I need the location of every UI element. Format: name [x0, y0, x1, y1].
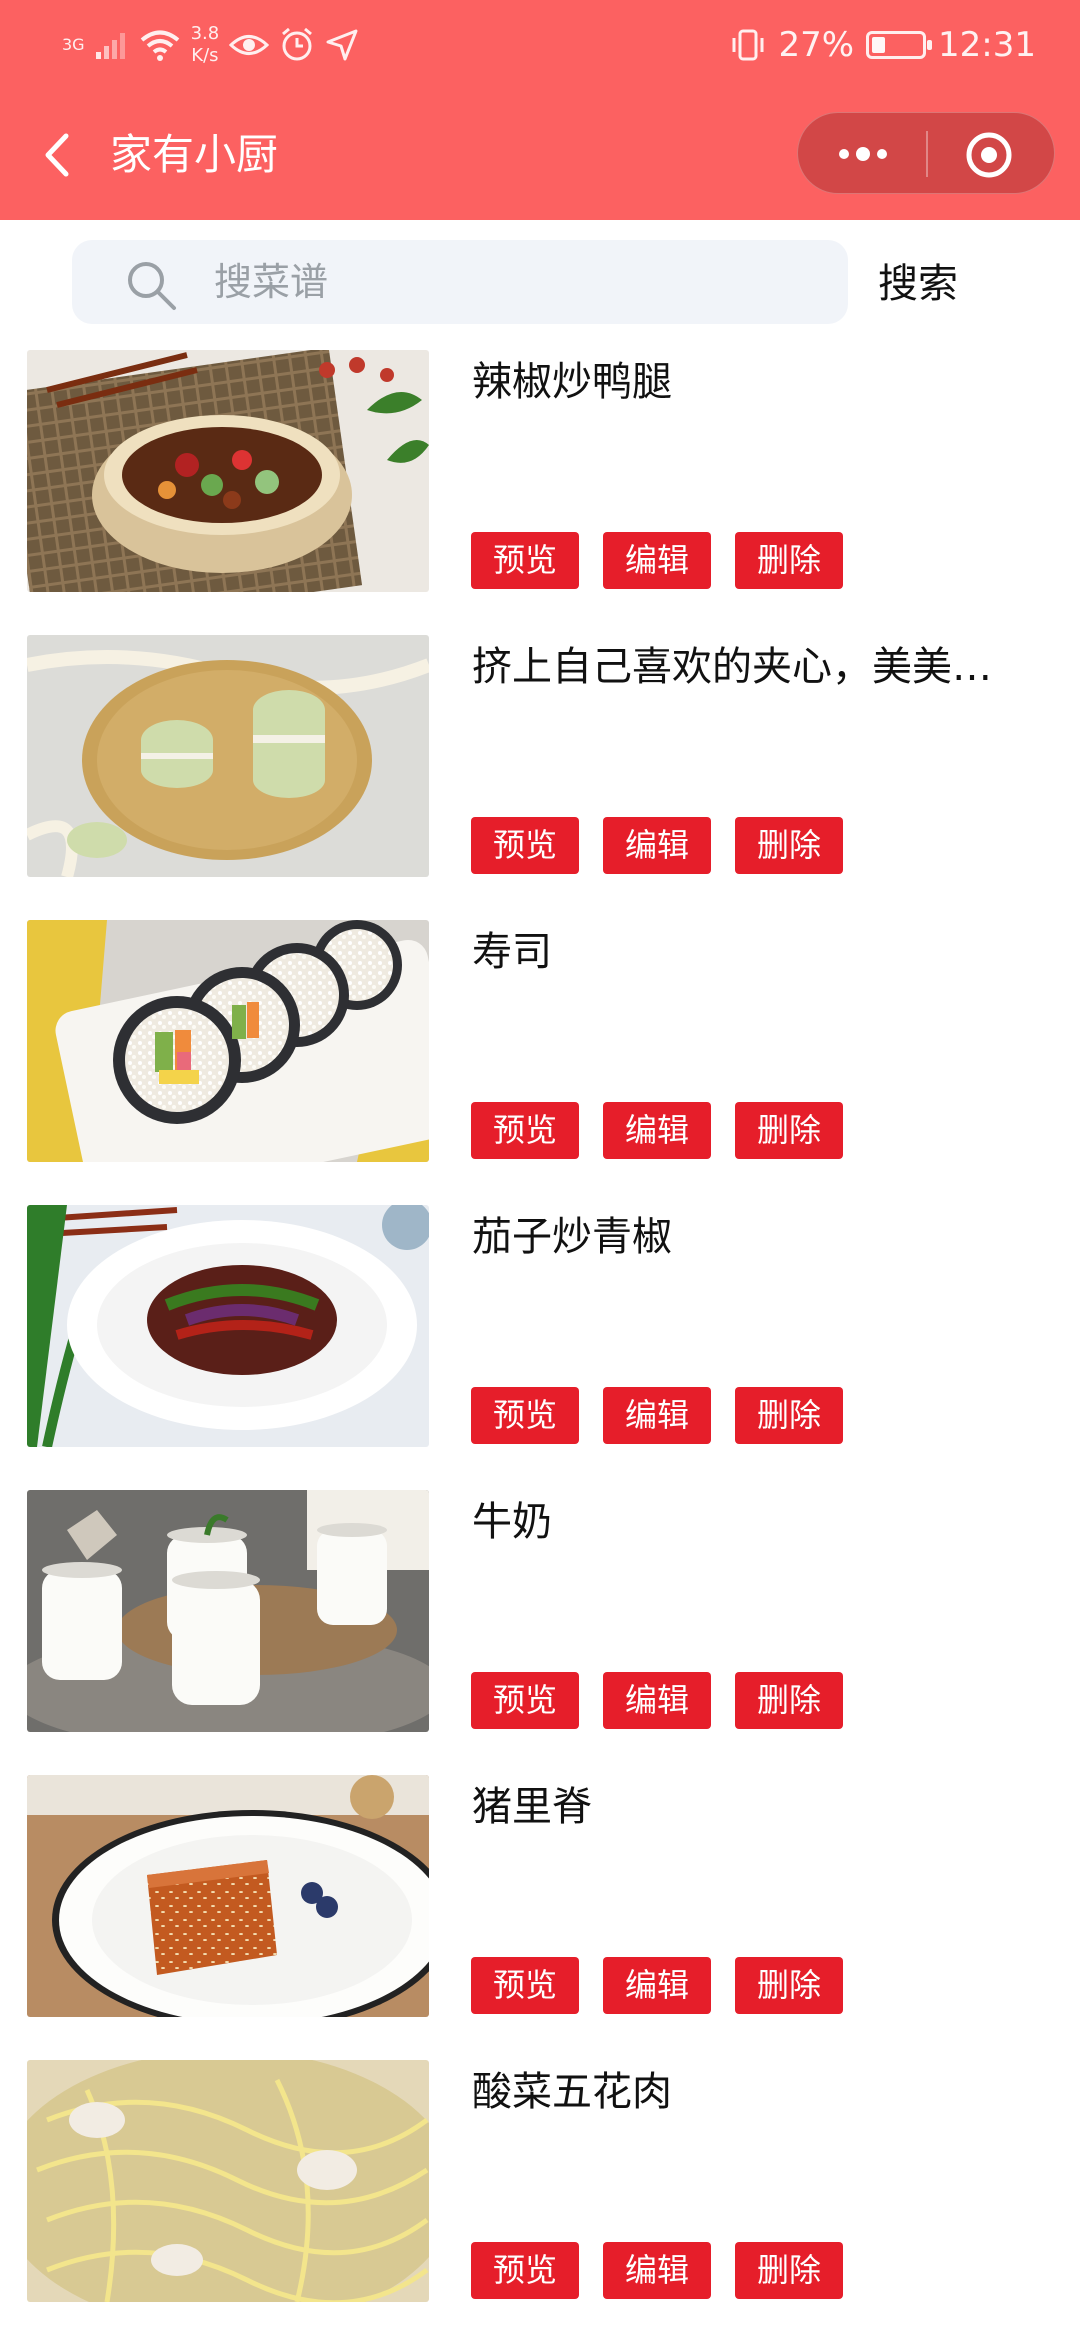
vibrate-icon — [732, 29, 764, 61]
battery-level — [872, 37, 886, 53]
capsule-divider — [926, 131, 928, 177]
delete-button[interactable]: 删除 — [735, 1102, 843, 1159]
recipe-photo — [27, 1490, 429, 1732]
page-title: 家有小厨 — [110, 130, 279, 179]
recipe-actions: 预览 编辑 删除 — [471, 1672, 843, 1729]
recipe-item: 挤上自己喜欢的夹心，美美… 预览 编辑 删除 — [0, 635, 1080, 920]
search-button[interactable]: 搜索 — [878, 254, 958, 314]
delete-button[interactable]: 删除 — [735, 1387, 843, 1444]
capsule-menu — [797, 112, 1055, 194]
recipe-item: 辣椒炒鸭腿 预览 编辑 删除 — [0, 350, 1080, 635]
status-left: 3G 3.8 K/s — [62, 20, 359, 70]
delete-button[interactable]: 删除 — [735, 1957, 843, 2014]
search-bar: 搜索 — [0, 220, 1080, 340]
recipe-actions: 预览 编辑 删除 — [471, 817, 843, 874]
recipe-thumbnail[interactable] — [27, 1490, 429, 1732]
recipe-actions: 预览 编辑 删除 — [471, 1102, 843, 1159]
clock: 12:31 — [938, 25, 1036, 65]
recipe-actions: 预览 编辑 删除 — [471, 1957, 843, 2014]
recipe-item: 牛奶 预览 编辑 删除 — [0, 1490, 1080, 1775]
recipe-thumbnail[interactable] — [27, 635, 429, 877]
recipe-thumbnail[interactable] — [27, 920, 429, 1162]
recipe-title: 挤上自己喜欢的夹心，美美… — [472, 644, 992, 690]
recipe-list: 辣椒炒鸭腿 预览 编辑 删除 挤上自己喜欢的夹心，美美… 预览 编辑 删除 寿司… — [0, 350, 1080, 2345]
preview-button[interactable]: 预览 — [471, 817, 579, 874]
recipe-item: 猪里脊 预览 编辑 删除 — [0, 1775, 1080, 2060]
recipe-photo — [27, 2060, 429, 2302]
speed-unit: K/s — [191, 45, 219, 66]
edit-button[interactable]: 编辑 — [603, 1387, 711, 1444]
recipe-item: 寿司 预览 编辑 删除 — [0, 920, 1080, 1205]
recipe-photo — [27, 350, 429, 592]
recipe-actions: 预览 编辑 删除 — [471, 2242, 843, 2299]
recipe-title: 牛奶 — [472, 1499, 552, 1545]
battery-icon — [866, 31, 933, 59]
preview-button[interactable]: 预览 — [471, 532, 579, 589]
recipe-thumbnail[interactable] — [27, 350, 429, 592]
chevron-left-icon — [45, 133, 69, 177]
edit-button[interactable]: 编辑 — [603, 1672, 711, 1729]
header: 3G 3.8 K/s 27% 12:31 家有小厨 — [0, 0, 1080, 220]
edit-button[interactable]: 编辑 — [603, 532, 711, 589]
recipe-item: 酸菜五花肉 预览 编辑 删除 — [0, 2060, 1080, 2345]
edit-button[interactable]: 编辑 — [603, 2242, 711, 2299]
preview-button[interactable]: 预览 — [471, 1957, 579, 2014]
recipe-photo — [27, 1775, 429, 2017]
target-icon — [966, 132, 1012, 178]
wifi-icon — [140, 30, 179, 61]
more-button[interactable] — [834, 137, 892, 171]
recipe-thumbnail[interactable] — [27, 1775, 429, 2017]
recipe-title: 寿司 — [472, 929, 552, 975]
search-icon — [128, 262, 176, 310]
recipe-photo — [27, 1205, 429, 1447]
close-miniprogram-button[interactable] — [964, 130, 1014, 180]
nav-bar: 家有小厨 — [0, 110, 1080, 200]
recipe-actions: 预览 编辑 删除 — [471, 532, 843, 589]
recipe-photo — [27, 920, 429, 1162]
delete-button[interactable]: 删除 — [735, 2242, 843, 2299]
recipe-item: 茄子炒青椒 预览 编辑 删除 — [0, 1205, 1080, 1490]
recipe-thumbnail[interactable] — [27, 1205, 429, 1447]
network-speed: 3.8 K/s — [191, 23, 220, 67]
search-box[interactable] — [72, 240, 848, 324]
network-type: 3G — [62, 35, 85, 54]
edit-button[interactable]: 编辑 — [603, 1102, 711, 1159]
preview-button[interactable]: 预览 — [471, 1102, 579, 1159]
back-button[interactable] — [30, 124, 90, 186]
location-icon — [326, 29, 358, 61]
status-right: 27% 12:31 — [730, 18, 1036, 72]
status-bar: 3G 3.8 K/s 27% 12:31 — [0, 0, 1080, 90]
edit-button[interactable]: 编辑 — [603, 817, 711, 874]
more-icon — [839, 147, 887, 161]
recipe-title: 辣椒炒鸭腿 — [472, 359, 672, 405]
delete-button[interactable]: 删除 — [735, 1672, 843, 1729]
recipe-title: 茄子炒青椒 — [472, 1214, 672, 1260]
signal-icon — [95, 33, 125, 59]
speed-value: 3.8 — [190, 23, 220, 44]
recipe-title: 猪里脊 — [472, 1784, 592, 1830]
delete-button[interactable]: 删除 — [735, 817, 843, 874]
battery-percent: 27% — [778, 25, 855, 65]
recipe-photo — [27, 635, 429, 877]
preview-button[interactable]: 预览 — [471, 1672, 579, 1729]
preview-button[interactable]: 预览 — [471, 1387, 579, 1444]
alarm-icon — [282, 27, 313, 61]
delete-button[interactable]: 删除 — [735, 532, 843, 589]
eye-icon — [229, 35, 270, 55]
preview-button[interactable]: 预览 — [471, 2242, 579, 2299]
recipe-actions: 预览 编辑 删除 — [471, 1387, 843, 1444]
recipe-thumbnail[interactable] — [27, 2060, 429, 2302]
search-input[interactable] — [212, 240, 812, 324]
edit-button[interactable]: 编辑 — [603, 1957, 711, 2014]
recipe-title: 酸菜五花肉 — [472, 2069, 672, 2115]
